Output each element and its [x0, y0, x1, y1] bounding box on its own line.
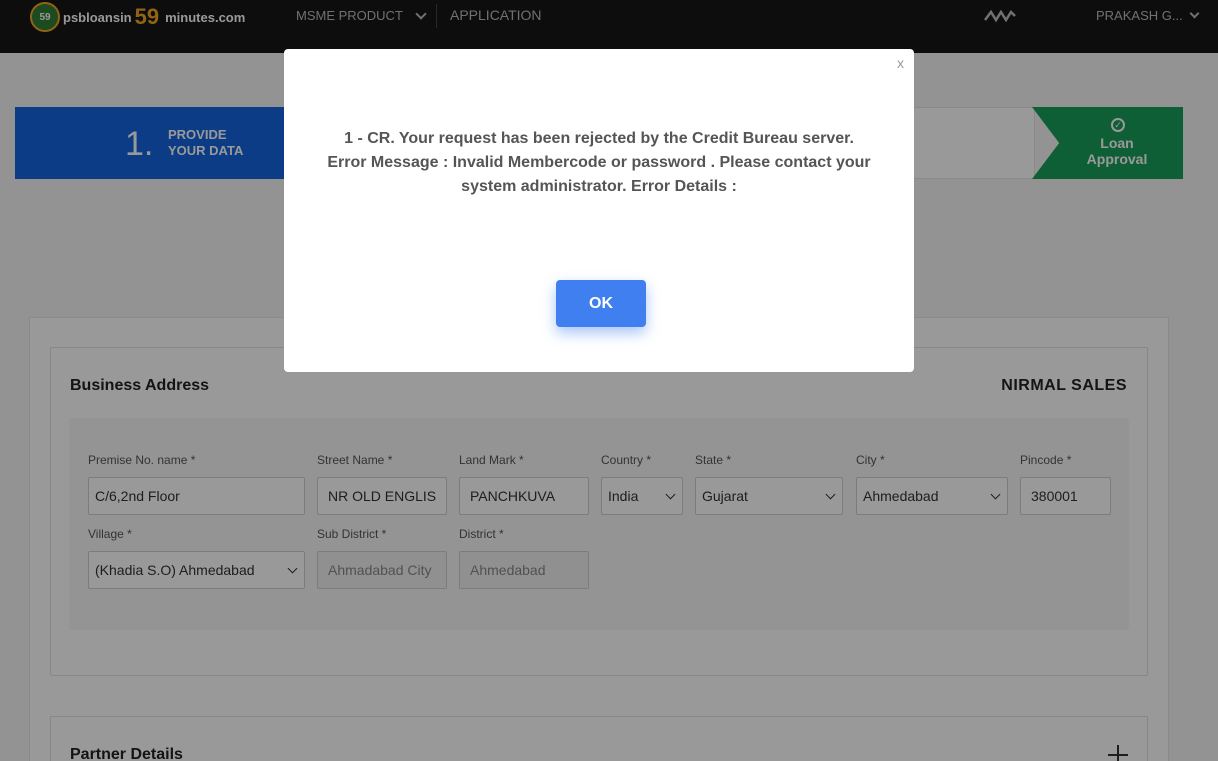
error-dialog: x 1 - CR. Your request has been rejected… — [284, 49, 914, 372]
error-message: 1 - CR. Your request has been rejected b… — [327, 130, 871, 195]
ok-button[interactable]: OK — [556, 280, 646, 327]
close-icon[interactable]: x — [897, 55, 904, 71]
